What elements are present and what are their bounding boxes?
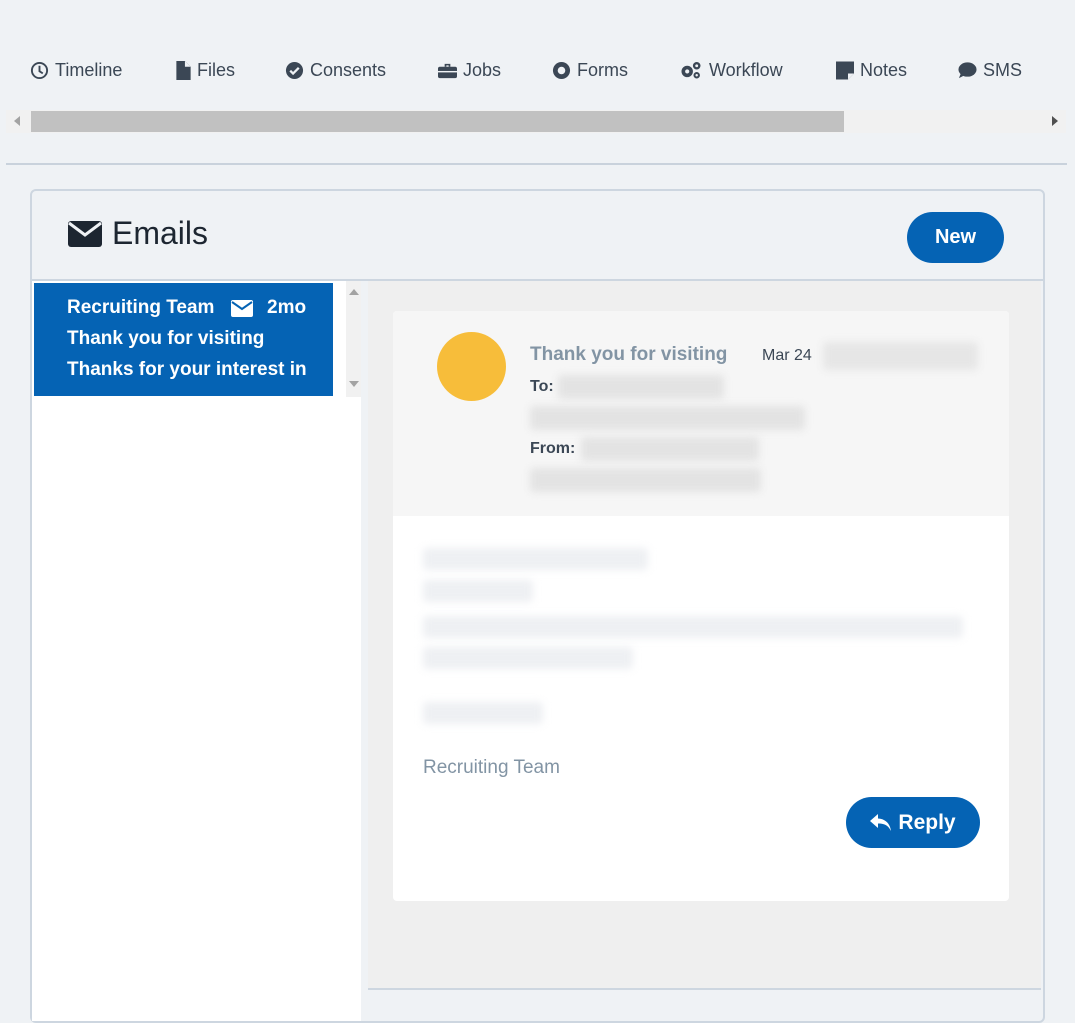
from-label: From: bbox=[530, 440, 576, 457]
tab-jobs[interactable]: Jobs bbox=[438, 52, 501, 88]
redacted-sender-email bbox=[530, 468, 761, 492]
tab-workflow[interactable]: Workflow bbox=[679, 52, 783, 88]
email-list-scrollbar[interactable] bbox=[346, 281, 361, 397]
file-icon bbox=[176, 60, 191, 80]
redacted-body-line bbox=[423, 702, 543, 724]
message-subject: Thank you for visiting bbox=[530, 344, 728, 365]
envelope-icon bbox=[231, 299, 253, 317]
message-signature: Recruiting Team bbox=[423, 757, 560, 778]
clock-icon bbox=[30, 61, 49, 80]
email-list: Recruiting Team 2mo Thank you for visiti… bbox=[32, 281, 361, 1021]
reply-label: Reply bbox=[898, 810, 956, 834]
message-date: Mar 24 bbox=[762, 347, 812, 364]
message-header: Thank you for visiting Mar 24 To: From: bbox=[393, 311, 1009, 516]
tab-label: Forms bbox=[577, 59, 628, 80]
redacted-body-line bbox=[423, 580, 533, 602]
tab-forms[interactable]: Forms bbox=[552, 52, 628, 88]
email-sender: Recruiting Team bbox=[67, 297, 215, 318]
redacted-body-line bbox=[423, 616, 963, 638]
reply-button[interactable]: Reply bbox=[846, 797, 980, 848]
tab-label: Workflow bbox=[709, 59, 783, 80]
check-circle-icon bbox=[285, 61, 304, 80]
tab-label: Consents bbox=[310, 59, 387, 80]
tab-consents[interactable]: Consents bbox=[285, 52, 386, 88]
new-email-button[interactable]: New bbox=[907, 212, 1004, 263]
tab-sms[interactable]: SMS bbox=[958, 52, 1022, 88]
reading-pane: Thank you for visiting Mar 24 To: From: … bbox=[368, 281, 1041, 990]
redacted-time bbox=[823, 342, 978, 370]
tab-timeline[interactable]: Timeline bbox=[30, 52, 122, 88]
briefcase-icon bbox=[438, 61, 457, 80]
tab-label: Files bbox=[197, 59, 236, 80]
panel-header: Emails New bbox=[32, 191, 1043, 281]
panel-title-text: Emails bbox=[112, 215, 209, 251]
redacted-body-line bbox=[423, 647, 633, 669]
panel-title: Emails bbox=[68, 215, 208, 252]
reply-arrow-icon bbox=[870, 813, 892, 831]
redacted-sender-name bbox=[581, 437, 759, 461]
tab-label: Jobs bbox=[463, 59, 502, 80]
tab-notes[interactable]: Notes bbox=[836, 52, 907, 88]
gears-icon bbox=[679, 61, 703, 80]
speech-bubble-icon bbox=[958, 61, 977, 80]
scroll-right-arrow-icon[interactable] bbox=[1052, 116, 1058, 126]
email-preview: Thanks for your interest in bbox=[67, 359, 307, 380]
redacted-recipient-email bbox=[530, 406, 805, 430]
scroll-down-arrow-icon[interactable] bbox=[349, 381, 359, 387]
email-message-card: Thank you for visiting Mar 24 To: From: … bbox=[393, 311, 1009, 901]
tab-bar-scrollbar[interactable] bbox=[6, 110, 1066, 133]
emails-panel: Emails New Recruiting Team 2mo Thank you… bbox=[30, 189, 1045, 1023]
envelope-icon bbox=[68, 220, 102, 247]
tab-files[interactable]: Files bbox=[176, 52, 235, 88]
email-age: 2mo bbox=[267, 297, 307, 318]
email-subject: Thank you for visiting bbox=[67, 328, 265, 349]
to-label: To: bbox=[530, 378, 554, 395]
tab-label: Timeline bbox=[55, 59, 123, 80]
redacted-body-line bbox=[423, 548, 648, 570]
scroll-left-arrow-icon[interactable] bbox=[14, 116, 20, 126]
scrollbar-thumb[interactable] bbox=[31, 111, 844, 132]
redacted-recipient-name bbox=[558, 375, 724, 399]
email-item-header: Recruiting Team 2mo bbox=[67, 297, 327, 319]
scroll-up-arrow-icon[interactable] bbox=[349, 289, 359, 295]
dot-circle-icon bbox=[552, 61, 571, 80]
email-list-item[interactable]: Recruiting Team 2mo Thank you for visiti… bbox=[34, 283, 333, 396]
tab-bar: Timeline Files Consents Jobs Forms Workf… bbox=[0, 52, 1075, 88]
divider bbox=[6, 163, 1067, 165]
tab-label: SMS bbox=[983, 59, 1023, 80]
tab-label: Notes bbox=[860, 59, 908, 80]
sticky-note-icon bbox=[836, 61, 854, 80]
avatar bbox=[437, 332, 506, 401]
